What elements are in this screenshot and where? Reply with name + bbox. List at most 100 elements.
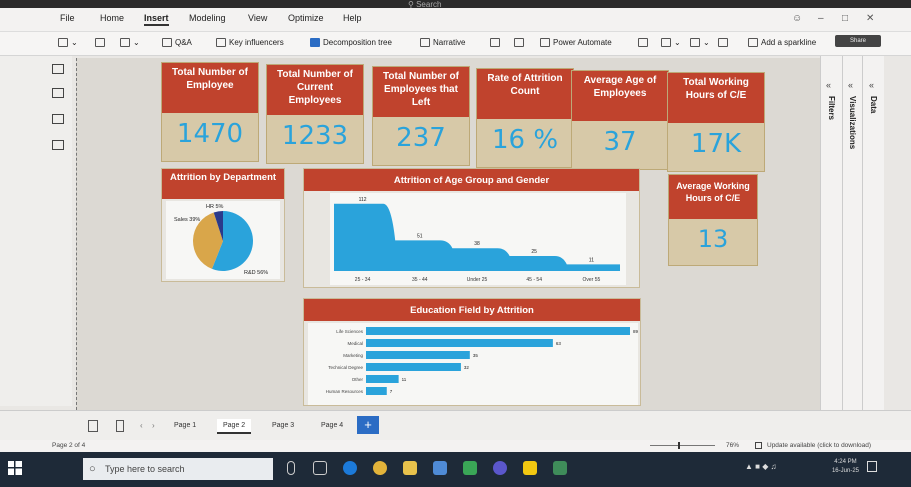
menu-insert[interactable]: Insert [144, 13, 169, 26]
tab-page-2[interactable]: Page 2 [217, 419, 252, 434]
menu-file[interactable]: File [60, 13, 75, 23]
share-button[interactable]: Share [835, 35, 881, 47]
view-rail [0, 56, 72, 406]
text-box-icon[interactable] [638, 38, 651, 48]
add-page-button[interactable]: + [357, 416, 379, 434]
windows-start-icon[interactable] [8, 461, 22, 475]
age-chart-panel[interactable]: Attrition of Age Group and Gender 112 25 … [303, 168, 640, 288]
more-visuals-icon[interactable]: ⌄ [120, 38, 140, 48]
kpi-value: 17K [690, 129, 742, 159]
tab-page-3[interactable]: Page 3 [266, 419, 300, 432]
taskbar-search-input[interactable]: ○ Type here to search [83, 458, 273, 480]
maximize-icon[interactable]: □ [842, 13, 848, 24]
collapse-filters-icon[interactable]: « [826, 80, 831, 90]
education-bar [366, 363, 461, 371]
data-pane[interactable]: Data « [862, 56, 884, 410]
shapes-icon[interactable]: ⌄ [690, 38, 710, 48]
edge-icon[interactable] [343, 461, 357, 475]
kpi-total-employees[interactable]: Total Number of Employee 1470 [161, 62, 259, 162]
spotify-icon[interactable] [463, 461, 477, 475]
buttons-icon[interactable]: ⌄ [661, 38, 681, 48]
image-icon[interactable] [718, 38, 731, 48]
menu-help[interactable]: Help [343, 13, 362, 23]
power-bi-icon[interactable] [523, 461, 537, 475]
pie-chart-panel[interactable]: Attrition by Department R&D 56% Sales 39%… [161, 168, 285, 282]
paginated-report-icon[interactable] [490, 38, 503, 48]
age-chart-title: Attrition of Age Group and Gender [304, 169, 639, 191]
kpi-title: Total Working Hours of C/E [668, 73, 764, 123]
report-view-icon[interactable] [52, 64, 64, 74]
microphone-icon[interactable] [287, 461, 295, 475]
education-chart-title: Education Field by Attrition [304, 299, 640, 321]
mobile-layout-icon[interactable] [88, 420, 98, 432]
app-icon[interactable] [493, 461, 507, 475]
power-automate-button[interactable]: Power Automate [540, 38, 612, 48]
file-explorer-icon[interactable] [403, 461, 417, 475]
system-tray-icons[interactable]: ▲ ■ ◆ ♫ [745, 462, 777, 471]
tab-page-4[interactable]: Page 4 [315, 419, 349, 432]
kpi-average-hours[interactable]: Average Working Hours of C/E 13 [668, 174, 758, 266]
zoom-slider[interactable] [650, 445, 715, 446]
task-view-icon[interactable] [313, 461, 327, 475]
clock-time: 4:24 PM [834, 459, 857, 465]
taskbar: ○ Type here to search ▲ ■ ◆ ♫ 4:24 PM 16… [0, 452, 911, 487]
excel-icon[interactable] [553, 461, 567, 475]
data-label: Data [869, 96, 878, 114]
key-influencers-button[interactable]: Key influencers [216, 38, 284, 48]
table-view-icon[interactable] [52, 88, 64, 98]
close-icon[interactable]: ✕ [866, 13, 874, 24]
taskbar-clock[interactable]: 4:24 PM 16-Jun-25 [832, 458, 859, 476]
zoom-slider-thumb[interactable] [678, 442, 680, 449]
notifications-icon[interactable] [867, 461, 877, 472]
collapse-visualizations-icon[interactable]: « [848, 80, 853, 90]
kpi-attrition-rate[interactable]: Rate of Attrition Count 16 % [476, 68, 574, 168]
next-page-icon[interactable]: › [152, 421, 155, 430]
kpi-average-age[interactable]: Average Age of Employees 37 [571, 70, 669, 170]
menu-bar: File Home Insert Modeling View Optimize … [0, 8, 911, 32]
dax-query-icon[interactable] [52, 140, 64, 150]
kpi-title: Total Number of Employee [162, 63, 258, 113]
pie-slice-label: Sales 39% [174, 217, 200, 223]
menu-optimize[interactable]: Optimize [288, 13, 324, 23]
power-automate-label: Power Automate [553, 38, 612, 47]
account-icon[interactable]: ☺ [792, 13, 802, 24]
education-data-label: 32 [464, 365, 470, 370]
qa-button[interactable]: Q&A [162, 38, 192, 48]
menu-view[interactable]: View [248, 13, 267, 23]
chrome-icon[interactable] [373, 461, 387, 475]
report-canvas: Total Number of Employee 1470 Total Numb… [76, 58, 820, 410]
education-bar-chart: Life Sciences 89 Medical 63 Marketing 35 Techn… [326, 327, 639, 395]
new-visual-icon[interactable] [95, 38, 108, 48]
age-area-series [334, 203, 620, 271]
decomposition-tree-button[interactable]: Decomposition tree [310, 38, 392, 48]
sparkline-button[interactable]: Add a sparkline [748, 38, 816, 48]
kpi-current-employees[interactable]: Total Number of Current Employees 1233 [266, 64, 364, 164]
clock-date: 16-Jun-25 [831, 468, 859, 474]
menu-home[interactable]: Home [100, 13, 124, 23]
tab-page-1[interactable]: Page 1 [168, 419, 202, 432]
education-category-label: Technical Degree [328, 365, 363, 370]
store-icon[interactable] [433, 461, 447, 475]
minimize-icon[interactable]: – [818, 13, 824, 24]
screen: ⚲ Search File Home Insert Modeling View … [0, 0, 911, 487]
education-bar [366, 387, 387, 395]
page-view-icon[interactable] [116, 420, 124, 432]
visualizations-pane[interactable]: Visualizations « [842, 56, 862, 410]
kpi-total-hours[interactable]: Total Working Hours of C/E 17K [667, 72, 765, 172]
education-chart-panel[interactable]: Education Field by Attrition Life Scienc… [303, 298, 641, 406]
new-page-icon[interactable]: ⌄ [58, 38, 78, 48]
kpi-value: 1470 [176, 119, 244, 149]
collapse-data-icon[interactable]: « [869, 80, 874, 90]
menu-modeling[interactable]: Modeling [189, 13, 226, 23]
fit-page-icon[interactable] [755, 442, 762, 449]
power-apps-icon[interactable] [514, 38, 527, 48]
key-influencers-icon [216, 38, 226, 48]
update-notice[interactable]: Update available (click to download) [767, 442, 871, 449]
age-data-label: 112 [359, 197, 367, 203]
narrative-button[interactable]: Narrative [420, 38, 465, 48]
model-view-icon[interactable] [52, 114, 64, 124]
kpi-employees-left[interactable]: Total Number of Employees that Left 237 [372, 66, 470, 166]
qa-label: Q&A [175, 38, 192, 47]
filters-pane[interactable]: Filters « [820, 56, 842, 410]
prev-page-icon[interactable]: ‹ [140, 421, 143, 430]
